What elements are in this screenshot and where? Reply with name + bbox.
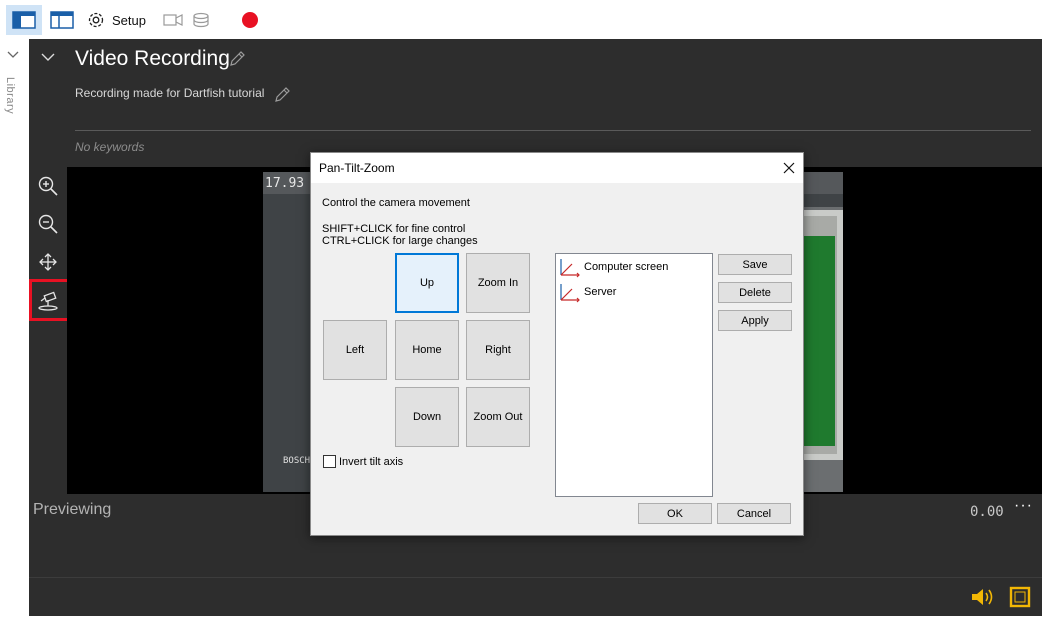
ptz-zoom-out-button[interactable]: Zoom Out xyxy=(466,387,530,447)
more-options-button[interactable]: ··· xyxy=(1014,497,1033,515)
gear-icon xyxy=(88,12,104,28)
cancel-button[interactable]: Cancel xyxy=(717,503,791,524)
collapse-chevron-icon[interactable] xyxy=(41,53,55,62)
zoom-out-icon xyxy=(38,214,58,234)
record-button[interactable] xyxy=(238,5,262,35)
edit-title-pencil-icon[interactable] xyxy=(228,50,246,68)
ptz-dialog: Pan-Tilt-Zoom Control the camera movemen… xyxy=(310,152,804,536)
setup-label: Setup xyxy=(112,12,146,28)
close-icon[interactable] xyxy=(781,160,797,176)
invert-tilt-checkbox[interactable] xyxy=(323,455,336,468)
zoom-in-icon xyxy=(38,176,58,196)
save-preset-button[interactable]: Save xyxy=(718,254,792,275)
ptz-zoom-in-button[interactable]: Zoom In xyxy=(466,253,530,313)
database-button[interactable] xyxy=(188,5,214,35)
camera-button[interactable] xyxy=(160,5,186,35)
camera-brand-overlay: BOSCH xyxy=(283,456,311,466)
ptz-right-button[interactable]: Right xyxy=(466,320,530,380)
setup-button[interactable]: Setup xyxy=(86,5,156,35)
fullscreen-icon[interactable] xyxy=(1009,586,1031,608)
camera-icon xyxy=(163,14,183,26)
preset-axis-icon xyxy=(560,284,580,303)
chevron-down-icon[interactable] xyxy=(7,51,19,59)
recording-title: Video Recording xyxy=(75,47,230,70)
ptz-home-button[interactable]: Home xyxy=(395,320,459,380)
video-tool-column xyxy=(29,167,73,494)
layout-window-icon xyxy=(50,11,74,29)
preset-label: Server xyxy=(584,286,617,298)
move-icon xyxy=(39,253,57,271)
delete-preset-button[interactable]: Delete xyxy=(718,282,792,303)
recording-description: Recording made for Dartfish tutorial xyxy=(75,86,265,100)
record-icon xyxy=(242,12,258,28)
ptz-instruction: Control the camera movement xyxy=(322,197,470,209)
preset-item[interactable]: Server xyxy=(558,281,616,303)
layout-panels-button[interactable] xyxy=(6,5,42,35)
zoom-out-button[interactable] xyxy=(35,211,61,237)
video-timestamp-overlay: 17.93 xyxy=(265,176,305,191)
layout-panels-icon xyxy=(12,11,36,29)
database-icon xyxy=(193,12,209,28)
layout-window-button[interactable] xyxy=(46,5,78,35)
edit-description-pencil-icon[interactable] xyxy=(273,86,291,104)
invert-tilt-label: Invert tilt axis xyxy=(339,455,404,468)
speaker-icon[interactable] xyxy=(970,586,996,608)
ptz-up-button[interactable]: Up xyxy=(395,253,459,313)
bottom-divider xyxy=(29,577,1042,578)
invert-tilt-option[interactable]: Invert tilt axis xyxy=(323,455,403,468)
zoom-in-button[interactable] xyxy=(35,173,61,199)
preset-item[interactable]: Computer screen xyxy=(558,256,668,278)
apply-preset-button[interactable]: Apply xyxy=(718,310,792,331)
keywords-divider xyxy=(75,130,1031,131)
library-strip: Library xyxy=(0,39,29,624)
ptz-left-button[interactable]: Left xyxy=(323,320,387,380)
top-toolbar: Setup xyxy=(0,0,1042,39)
move-button[interactable] xyxy=(35,249,61,275)
preset-axis-icon xyxy=(560,259,580,278)
ptz-down-button[interactable]: Down xyxy=(395,387,459,447)
ptz-hint-ctrl: CTRL+CLICK for large changes xyxy=(322,235,478,247)
playback-status: Previewing xyxy=(33,501,112,518)
ok-button[interactable]: OK xyxy=(638,503,712,524)
preset-list[interactable]: Computer screen Server xyxy=(555,253,713,497)
keywords-field[interactable]: No keywords xyxy=(75,140,144,154)
ptz-dialog-title: Pan-Tilt-Zoom xyxy=(319,161,395,175)
playback-timecode: 0.00 xyxy=(970,504,1004,520)
ptz-dialog-titlebar: Pan-Tilt-Zoom xyxy=(311,153,803,183)
library-tab[interactable]: Library xyxy=(4,77,16,114)
app-window: Setup Library Video Recording Recording … xyxy=(0,0,1042,624)
preset-label: Computer screen xyxy=(584,261,669,273)
